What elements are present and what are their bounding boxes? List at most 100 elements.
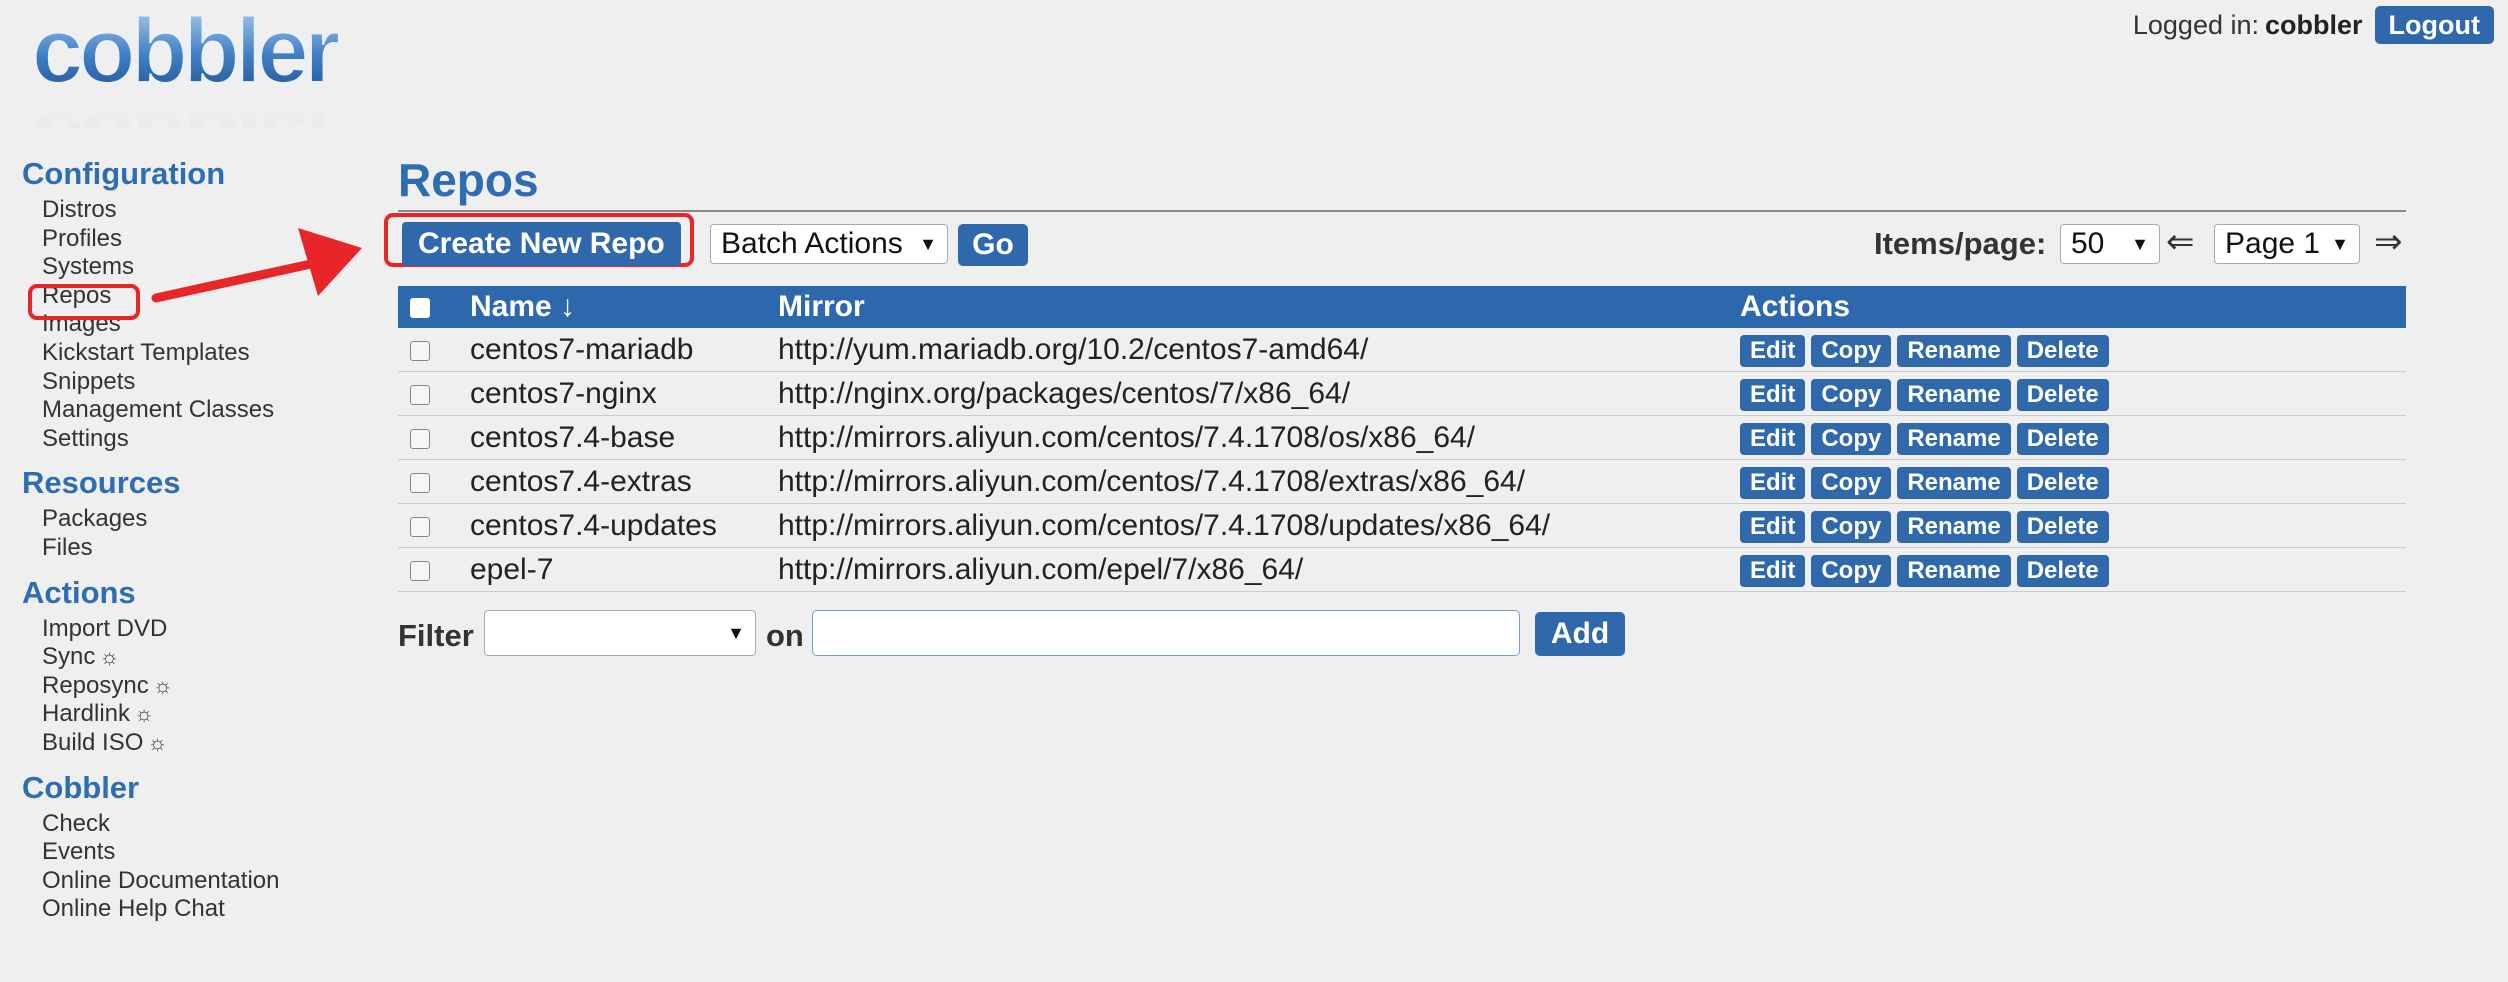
logout-button[interactable]: Logout <box>2374 6 2494 44</box>
sidebar-item-snippets[interactable]: Snippets <box>42 368 352 397</box>
repo-mirror: http://mirrors.aliyun.com/epel/7/x86_64/ <box>778 547 1740 592</box>
edit-button[interactable]: Edit <box>1740 467 1806 499</box>
reposync-label: Reposync <box>42 671 149 699</box>
table-row: centos7.4-base http://mirrors.aliyun.com… <box>398 415 2406 460</box>
annotation-arrow-icon <box>151 228 362 303</box>
rename-button[interactable]: Rename <box>1897 467 2011 499</box>
copy-button[interactable]: Copy <box>1811 423 1892 455</box>
sidebar-item-online-documentation[interactable]: Online Documentation <box>42 867 352 896</box>
sun-icon: ☼ <box>152 672 173 698</box>
create-new-repo-button[interactable]: Create New Repo <box>402 222 681 266</box>
sidebar-item-settings[interactable]: Settings <box>42 425 352 454</box>
sidebar-item-management-classes[interactable]: Management Classes <box>42 396 352 425</box>
table-row: centos7.4-updates http://mirrors.aliyun.… <box>398 503 2406 548</box>
sidebar-item-hardlink[interactable]: Hardlink ☼ <box>42 700 352 729</box>
copy-button[interactable]: Copy <box>1811 555 1892 587</box>
logo-text: cobbler <box>32 8 339 102</box>
repo-name: centos7-mariadb <box>470 328 778 372</box>
rename-button[interactable]: Rename <box>1897 423 2011 455</box>
repo-mirror: http://mirrors.aliyun.com/centos/7.4.170… <box>778 459 1740 504</box>
items-per-page-select[interactable]: 50 ▼ <box>2060 224 2160 264</box>
row-checkbox[interactable] <box>410 340 430 361</box>
row-checkbox[interactable] <box>410 428 430 449</box>
row-checkbox[interactable] <box>410 472 430 493</box>
table-row: epel-7 http://mirrors.aliyun.com/epel/7/… <box>398 547 2406 592</box>
repo-mirror: http://mirrors.aliyun.com/centos/7.4.170… <box>778 503 1740 548</box>
sidebar-section-cobbler: Cobbler <box>22 769 140 805</box>
main-content: Repos Create New Repo Batch Actions ▼ Go… <box>384 152 2406 680</box>
rename-button[interactable]: Rename <box>1897 379 2011 411</box>
repo-mirror: http://mirrors.aliyun.com/centos/7.4.170… <box>778 415 1740 460</box>
sun-icon: ☼ <box>99 644 120 670</box>
toolbar: Create New Repo Batch Actions ▼ Go Items… <box>384 212 2406 268</box>
edit-button[interactable]: Edit <box>1740 555 1806 587</box>
edit-button[interactable]: Edit <box>1740 379 1806 411</box>
delete-button[interactable]: Delete <box>2016 423 2109 455</box>
table-row: centos7.4-extras http://mirrors.aliyun.c… <box>398 459 2406 504</box>
logged-in-label: Logged in: <box>2132 9 2259 40</box>
sun-icon: ☼ <box>134 701 155 727</box>
edit-button[interactable]: Edit <box>1740 335 1806 367</box>
batch-actions-value: Batch Actions <box>721 227 903 260</box>
delete-button[interactable]: Delete <box>2016 379 2109 411</box>
delete-button[interactable]: Delete <box>2016 467 2109 499</box>
sidebar-item-reposync[interactable]: Reposync ☼ <box>42 672 352 701</box>
table-row: centos7-nginx http://nginx.org/packages/… <box>398 371 2406 416</box>
add-filter-button[interactable]: Add <box>1535 612 1625 656</box>
repos-highlight-box <box>28 284 140 320</box>
column-header-name[interactable]: Name ↓ <box>470 286 778 328</box>
column-header-actions: Actions <box>1740 290 1851 323</box>
resources-list: Packages Files <box>22 505 352 562</box>
copy-button[interactable]: Copy <box>1811 467 1892 499</box>
select-all-checkbox[interactable] <box>410 298 430 319</box>
copy-button[interactable]: Copy <box>1811 511 1892 543</box>
prev-page-arrow-icon[interactable]: ⇐ <box>2166 222 2195 262</box>
rename-button[interactable]: Rename <box>1897 335 2011 367</box>
sidebar-section-configuration: Configuration <box>22 156 226 191</box>
rename-button[interactable]: Rename <box>1897 511 2011 543</box>
edit-button[interactable]: Edit <box>1740 511 1806 543</box>
cobbler-list: Check Events Online Documentation Online… <box>22 810 352 924</box>
delete-button[interactable]: Delete <box>2016 335 2109 367</box>
filter-label: Filter <box>398 618 474 653</box>
chevron-down-icon: ▼ <box>919 233 937 254</box>
copy-button[interactable]: Copy <box>1811 335 1892 367</box>
sidebar-item-build-iso[interactable]: Build ISO ☼ <box>42 729 352 758</box>
sidebar-item-files[interactable]: Files <box>42 534 352 563</box>
chevron-down-icon: ▼ <box>2131 233 2149 254</box>
filter-value-input[interactable] <box>812 610 1520 656</box>
sidebar-item-packages[interactable]: Packages <box>42 505 352 534</box>
edit-button[interactable]: Edit <box>1740 423 1806 455</box>
repo-name: centos7.4-updates <box>470 503 778 548</box>
page-select[interactable]: Page 1 ▼ <box>2214 224 2360 264</box>
cobbler-logo: cobbler cobbler <box>28 0 373 194</box>
copy-button[interactable]: Copy <box>1811 379 1892 411</box>
sidebar-item-sync[interactable]: Sync ☼ <box>42 643 352 672</box>
repo-name: epel-7 <box>470 547 778 592</box>
row-checkbox[interactable] <box>410 516 430 537</box>
filter-on-label: on <box>766 618 804 653</box>
delete-button[interactable]: Delete <box>2016 555 2109 587</box>
repos-table: Name ↓ Mirror Actions centos7-mariadb ht… <box>398 286 2406 592</box>
rename-button[interactable]: Rename <box>1897 555 2011 587</box>
row-checkbox[interactable] <box>410 560 430 581</box>
sidebar-item-import-dvd[interactable]: Import DVD <box>42 615 352 644</box>
batch-actions-select[interactable]: Batch Actions ▼ <box>710 224 948 264</box>
sidebar-item-online-help-chat[interactable]: Online Help Chat <box>42 895 352 924</box>
sidebar-item-kickstart-templates[interactable]: Kickstart Templates <box>42 339 352 368</box>
items-per-page-label: Items/page: <box>1874 226 2047 261</box>
filter-field-select[interactable]: ▼ <box>484 610 756 656</box>
go-button[interactable]: Go <box>958 224 1028 266</box>
sidebar-item-events[interactable]: Events <box>42 838 352 867</box>
sidebar-item-check[interactable]: Check <box>42 810 352 839</box>
delete-button[interactable]: Delete <box>2016 511 2109 543</box>
repo-name: centos7.4-extras <box>470 459 778 504</box>
next-page-arrow-icon[interactable]: ⇒ <box>2374 222 2403 262</box>
hardlink-label: Hardlink <box>42 700 131 728</box>
sidebar-section-resources: Resources <box>22 465 181 501</box>
column-header-mirror[interactable]: Mirror <box>778 286 1740 328</box>
row-checkbox[interactable] <box>410 384 430 405</box>
items-per-page-value: 50 <box>2071 227 2105 260</box>
repo-mirror: http://yum.mariadb.org/10.2/centos7-amd6… <box>778 328 1740 372</box>
sun-icon: ☼ <box>147 729 168 755</box>
